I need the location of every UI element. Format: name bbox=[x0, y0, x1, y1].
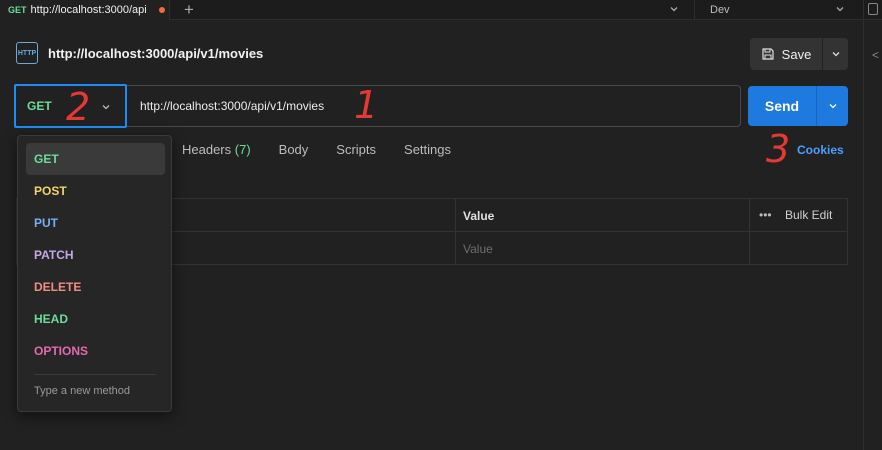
method-option-delete[interactable]: DELETE bbox=[26, 271, 165, 303]
tab-body[interactable]: Body bbox=[279, 142, 309, 157]
annotation-number-1: 1 bbox=[354, 83, 379, 127]
method-option-get[interactable]: GET bbox=[26, 143, 165, 175]
tab-headers[interactable]: Headers (7) bbox=[182, 142, 251, 157]
method-option-label: HEAD bbox=[34, 312, 69, 326]
send-options-button[interactable] bbox=[816, 86, 848, 126]
method-option-post[interactable]: POST bbox=[26, 175, 165, 207]
bulk-edit-button[interactable]: Bulk Edit bbox=[785, 208, 832, 222]
method-option-label: PATCH bbox=[34, 248, 74, 262]
right-sidebar-divider bbox=[863, 0, 864, 450]
dropdown-divider bbox=[34, 374, 156, 375]
column-divider bbox=[455, 199, 456, 231]
http-icon: HTTP bbox=[16, 42, 38, 64]
tab-settings[interactable]: Settings bbox=[404, 142, 451, 157]
chevron-down-icon bbox=[832, 52, 839, 57]
tabs-chevron-down-icon[interactable] bbox=[668, 3, 680, 18]
request-header: HTTP http://localhost:3000/api/v1/movies bbox=[16, 42, 263, 64]
new-tab-plus-icon[interactable]: + bbox=[184, 1, 194, 18]
cookies-link[interactable]: Cookies bbox=[797, 143, 844, 157]
environment-quick-look-icon[interactable] bbox=[868, 3, 878, 15]
request-subtabs: Headers (7) Body Scripts Settings bbox=[182, 142, 451, 157]
right-sidebar-icon[interactable]: < bbox=[872, 48, 879, 62]
method-dropdown: GET POST PUT PATCH DELETE HEAD OPTIONS T… bbox=[17, 135, 172, 412]
url-input[interactable] bbox=[140, 96, 560, 116]
send-button[interactable]: Send bbox=[748, 86, 816, 126]
method-label: GET bbox=[27, 99, 52, 113]
method-option-options[interactable]: OPTIONS bbox=[26, 335, 165, 367]
request-title[interactable]: http://localhost:3000/api/v1/movies bbox=[48, 46, 263, 61]
method-option-patch[interactable]: PATCH bbox=[26, 239, 165, 271]
value-column-header: Value bbox=[463, 209, 495, 223]
more-options-icon[interactable]: ••• bbox=[759, 208, 772, 222]
method-option-label: OPTIONS bbox=[34, 344, 89, 358]
column-divider bbox=[749, 199, 750, 231]
new-method-input[interactable]: Type a new method bbox=[34, 385, 130, 397]
save-button-group: Save bbox=[750, 38, 848, 70]
tab-headers-count: (7) bbox=[234, 142, 251, 157]
environment-chevron-down-icon bbox=[834, 3, 846, 18]
unsaved-dot-icon bbox=[158, 7, 165, 13]
tab-url: http://localhost:3000/api bbox=[30, 4, 147, 16]
send-button-group: Send bbox=[748, 86, 848, 126]
tab-bar: GET http://localhost:3000/api + Dev bbox=[0, 0, 882, 20]
environment-name: Dev bbox=[710, 4, 730, 16]
method-option-label: GET bbox=[34, 152, 59, 166]
request-tab[interactable]: GET http://localhost:3000/api bbox=[0, 0, 170, 20]
tab-method: GET bbox=[8, 5, 27, 15]
method-option-label: PUT bbox=[34, 216, 58, 230]
method-chevron-down-icon bbox=[100, 101, 112, 116]
save-icon bbox=[762, 48, 774, 60]
annotation-number-2: 2 bbox=[66, 85, 91, 129]
column-divider bbox=[455, 232, 456, 265]
annotation-number-3: 3 bbox=[766, 127, 791, 171]
method-option-label: DELETE bbox=[34, 280, 82, 294]
environment-selector[interactable]: Dev bbox=[694, 0, 862, 20]
column-divider bbox=[749, 232, 750, 265]
tab-scripts[interactable]: Scripts bbox=[336, 142, 376, 157]
save-options-button[interactable] bbox=[822, 38, 848, 70]
save-label: Save bbox=[781, 46, 812, 62]
method-option-head[interactable]: HEAD bbox=[26, 303, 165, 335]
chevron-down-icon bbox=[829, 104, 836, 109]
save-button[interactable]: Save bbox=[750, 38, 822, 70]
method-option-put[interactable]: PUT bbox=[26, 207, 165, 239]
value-input[interactable] bbox=[463, 240, 743, 258]
tab-headers-label: Headers bbox=[182, 142, 232, 157]
method-option-label: POST bbox=[34, 184, 67, 198]
